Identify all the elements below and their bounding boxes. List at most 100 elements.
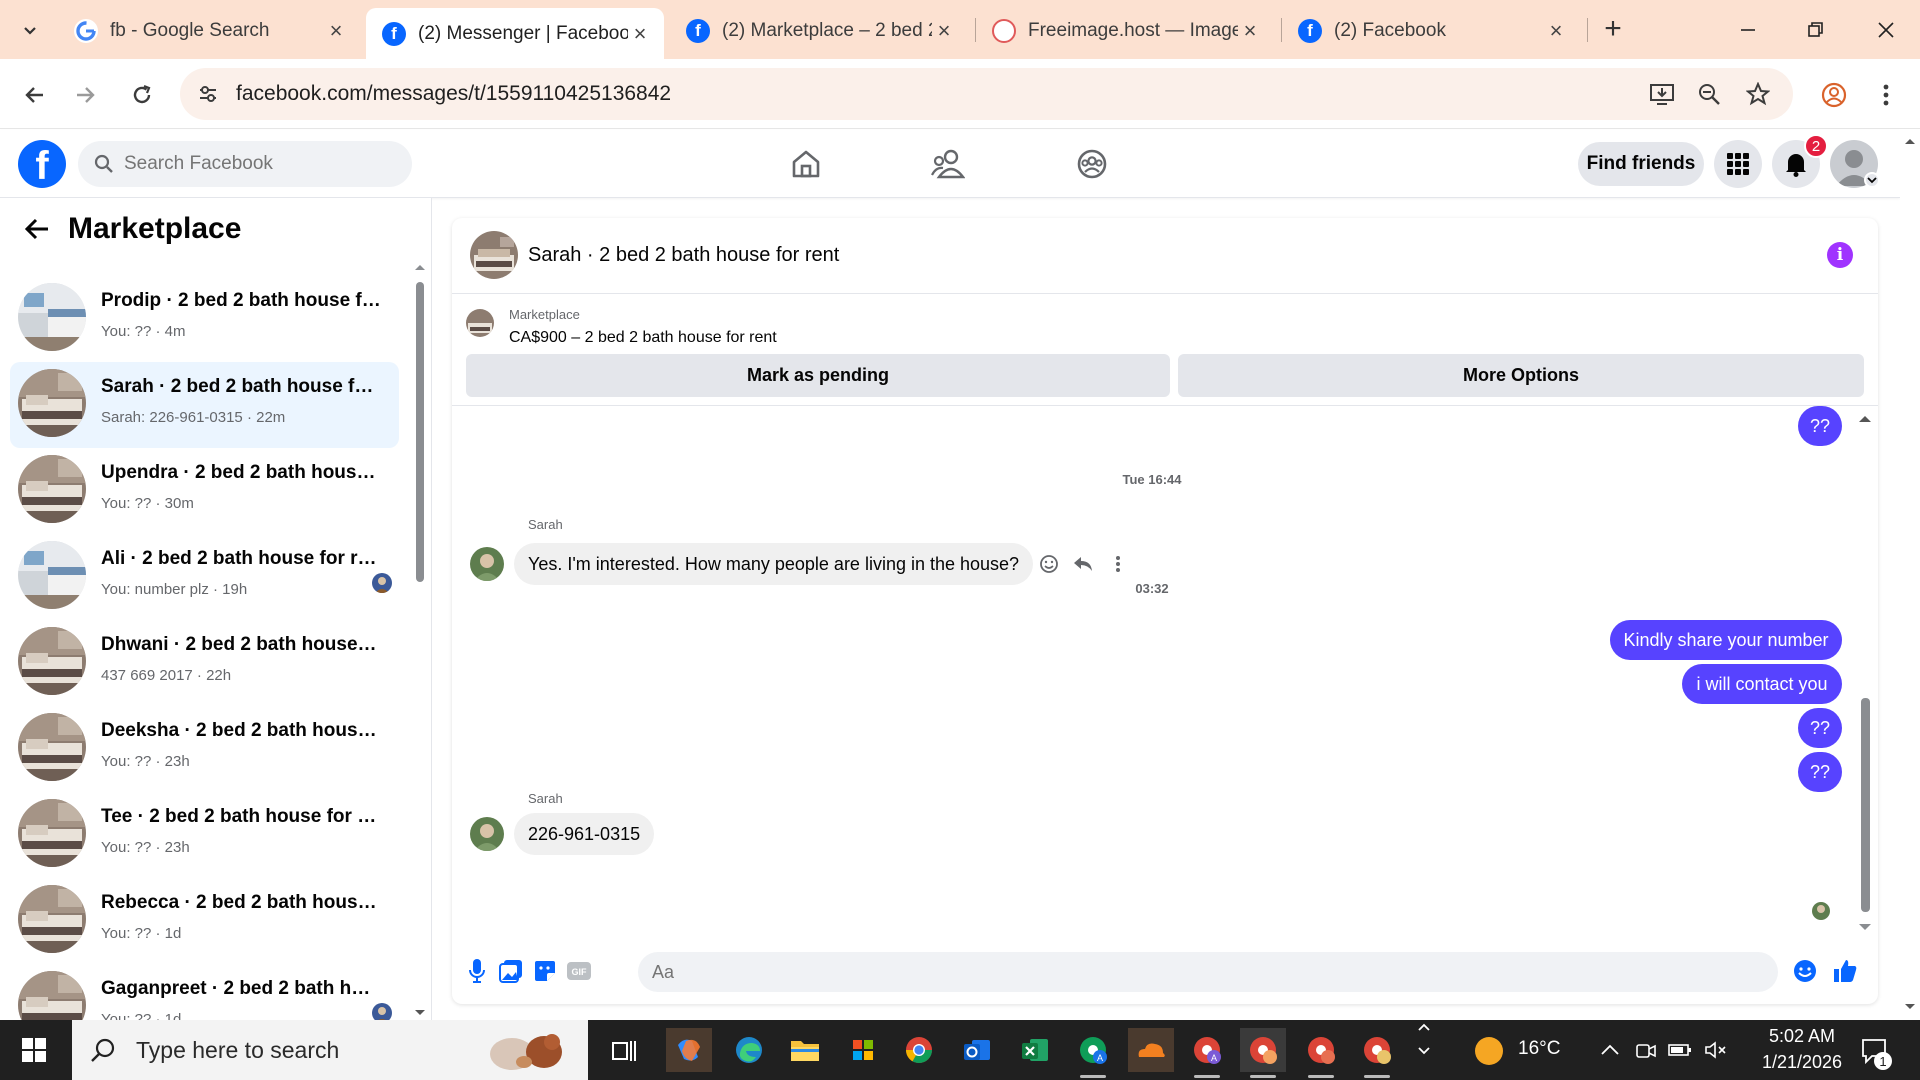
search-input[interactable] [124, 153, 384, 175]
info-icon[interactable]: i [1827, 242, 1853, 268]
more-options-button[interactable]: More Options [1178, 354, 1864, 397]
incoming-message[interactable]: Yes. I'm interested. How many people are… [514, 543, 1034, 585]
windows-start-button[interactable] [14, 1034, 54, 1066]
site-info-icon[interactable] [194, 80, 222, 108]
facebook-search-box[interactable] [78, 141, 412, 187]
mark-as-pending-button[interactable]: Mark as pending [466, 354, 1170, 397]
tab-freeimage[interactable]: Freeimage.host — Image × [976, 8, 1274, 53]
sidebar-scrollbar[interactable] [414, 262, 426, 1020]
outlook-icon[interactable] [954, 1028, 1000, 1072]
like-thumb-icon[interactable] [1830, 956, 1860, 986]
conversation-item[interactable]: Rebecca · 2 bed 2 bath house for rent You… [10, 878, 399, 964]
chrome-profile-d-icon[interactable] [1298, 1028, 1344, 1078]
tab-search-button[interactable] [10, 10, 50, 50]
close-icon[interactable]: × [1544, 18, 1568, 44]
conversation-item[interactable]: Upendra · 2 bed 2 bath house for rent You… [10, 448, 399, 534]
battery-icon[interactable] [1668, 1038, 1692, 1062]
reply-icon[interactable] [1069, 550, 1097, 578]
outgoing-message[interactable]: ?? [1798, 406, 1842, 446]
new-tab-button[interactable]: + [1598, 12, 1628, 46]
menu-button[interactable] [1714, 140, 1762, 188]
taskbar-search[interactable]: Type here to search [72, 1020, 588, 1080]
sender-avatar[interactable] [470, 547, 504, 581]
chrome-profile-b-icon[interactable]: A [1184, 1028, 1230, 1078]
tab-messenger[interactable]: f (2) Messenger | Facebook × [366, 8, 664, 59]
window-close-button[interactable] [1866, 10, 1906, 50]
sender-avatar[interactable] [470, 817, 504, 851]
gif-icon[interactable]: GIF [564, 956, 594, 986]
account-chevron-icon[interactable] [1864, 172, 1880, 188]
groups-nav[interactable] [1072, 146, 1112, 182]
clock-date[interactable]: 1/21/2026 [1746, 1052, 1858, 1073]
chrome-profile-e-icon[interactable] [1354, 1028, 1400, 1078]
tray-overflow-icon[interactable] [1412, 1023, 1436, 1055]
listing-title[interactable]: CA$900 – 2 bed 2 bath house for rent [509, 329, 777, 347]
tab-facebook[interactable]: f (2) Facebook × [1282, 8, 1580, 53]
clock-time[interactable]: 5:02 AM [1752, 1026, 1852, 1047]
file-explorer-icon[interactable] [782, 1028, 828, 1072]
close-icon[interactable]: × [932, 18, 956, 44]
task-view-icon[interactable] [600, 1028, 646, 1072]
browser-menu-button[interactable] [1866, 75, 1906, 115]
back-button[interactable] [14, 75, 54, 115]
tab-google-search[interactable]: fb - Google Search × [58, 8, 360, 53]
forward-button[interactable] [66, 75, 106, 115]
copilot-icon[interactable] [666, 1028, 712, 1072]
microphone-icon[interactable] [462, 956, 492, 986]
address-bar[interactable]: facebook.com/messages/t/1559110425136842 [180, 68, 1793, 120]
find-friends-button[interactable]: Find friends [1578, 142, 1704, 186]
home-nav[interactable] [786, 146, 826, 182]
friends-nav[interactable] [928, 146, 968, 182]
message-input[interactable] [652, 961, 1712, 983]
conversation-item[interactable]: Sarah · 2 bed 2 bath house for rent Sarah… [10, 362, 399, 448]
bookmark-star-icon[interactable] [1744, 80, 1772, 108]
edge-icon[interactable] [726, 1028, 772, 1072]
message-input-box[interactable] [638, 952, 1778, 992]
microsoft-store-icon[interactable] [840, 1028, 886, 1072]
photo-icon[interactable] [496, 956, 526, 986]
outgoing-message[interactable]: Kindly share your number [1610, 620, 1842, 660]
page-scrollbar[interactable] [1900, 130, 1920, 1020]
cloud-app-icon[interactable] [1128, 1028, 1174, 1072]
close-icon[interactable]: × [324, 18, 348, 44]
scrollbar-thumb[interactable] [1861, 698, 1870, 912]
close-icon[interactable]: × [628, 21, 652, 47]
meet-now-icon[interactable] [1634, 1038, 1658, 1062]
tab-marketplace[interactable]: f (2) Marketplace – 2 bed 2 × [670, 8, 968, 53]
minimize-button[interactable] [1728, 10, 1768, 50]
chat-title[interactable]: Sarah · 2 bed 2 bath house for rent [528, 244, 839, 267]
emoji-icon[interactable] [1790, 956, 1820, 986]
outgoing-message[interactable]: ?? [1798, 708, 1842, 748]
reload-button[interactable] [122, 75, 162, 115]
facebook-logo[interactable]: f [18, 140, 66, 188]
outgoing-message[interactable]: ?? [1798, 752, 1842, 792]
chat-scrollbar[interactable] [1858, 414, 1872, 934]
excel-icon[interactable] [1012, 1028, 1058, 1072]
back-arrow-icon[interactable] [24, 217, 50, 241]
sticker-icon[interactable] [530, 956, 560, 986]
react-smiley-icon[interactable] [1035, 550, 1063, 578]
zoom-icon[interactable] [1695, 80, 1723, 108]
close-icon[interactable]: × [1238, 18, 1262, 44]
outgoing-message[interactable]: i will contact you [1682, 664, 1842, 704]
weather-sun-icon[interactable] [1474, 1036, 1504, 1066]
install-app-icon[interactable] [1648, 80, 1676, 108]
conversation-item[interactable]: Deeksha · 2 bed 2 bath house for rent You… [10, 706, 399, 792]
conversation-item[interactable]: Ali · 2 bed 2 bath house for rent You: nu… [10, 534, 399, 620]
chrome-profile-c-icon[interactable] [1240, 1028, 1286, 1078]
conversation-item[interactable]: Tee · 2 bed 2 bath house for rent You: ??… [10, 792, 399, 878]
weather-temperature[interactable]: 16°C [1518, 1038, 1560, 1060]
conversation-item[interactable]: Dhwani · 2 bed 2 bath house for rent 437 … [10, 620, 399, 706]
listing-thumbnail[interactable] [466, 309, 494, 337]
chrome-profile-a-icon[interactable]: A [1070, 1028, 1116, 1078]
chevron-up-icon[interactable] [1598, 1038, 1622, 1062]
conversation-item[interactable]: Prodip · 2 bed 2 bath house for rent You:… [10, 276, 399, 362]
more-vertical-icon[interactable] [1104, 550, 1132, 578]
incoming-message[interactable]: 226-961-0315 [514, 813, 655, 855]
volume-muted-icon[interactable] [1704, 1038, 1728, 1062]
chrome-icon[interactable] [896, 1028, 942, 1072]
restore-button[interactable] [1796, 10, 1836, 50]
profile-button[interactable] [1814, 75, 1854, 115]
chat-avatar[interactable] [470, 231, 518, 279]
scrollbar-thumb[interactable] [416, 282, 424, 582]
